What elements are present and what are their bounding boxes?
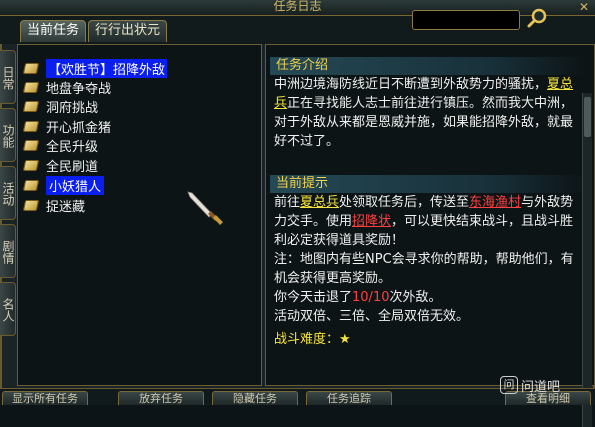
tab-career[interactable]: 行行出状元 — [88, 20, 168, 42]
scroll-icon — [22, 179, 40, 191]
track-quest-button[interactable]: 任务追踪 — [306, 391, 392, 405]
difficulty-star-icon: ★ — [339, 332, 351, 347]
quest-item[interactable]: 开心抓金猪 — [22, 117, 194, 136]
scroll-icon — [22, 81, 40, 93]
watermark-text: 问道吧 — [521, 379, 561, 395]
side-tab-function[interactable]: 功能 — [0, 108, 16, 162]
watermark-logo: 问 — [500, 376, 518, 394]
hint-text-b: 处领取任务后，传送至 — [339, 195, 470, 210]
search-icon[interactable] — [526, 8, 548, 30]
hint-text: 前往夏总兵处领取任务后，传送至东海渔村与外敌势力交手。使用招降状，可以更快结束战… — [274, 193, 584, 349]
place-link[interactable]: 东海渔村 — [469, 195, 521, 210]
detail-scrollbar[interactable] — [582, 93, 592, 427]
close-icon[interactable]: ✕ — [577, 0, 591, 14]
dagger-cursor-icon — [187, 191, 223, 225]
item-link[interactable]: 招降状 — [352, 214, 391, 229]
scroll-icon — [22, 62, 40, 74]
quest-detail-panel: 任务介绍 中洲边境海防线近日不断遭到外敌势力的骚扰，夏总兵正在寻找能人志士前往进… — [265, 44, 595, 427]
scroll-icon — [22, 199, 40, 211]
quest-label: 洞府挑战 — [46, 100, 99, 116]
quest-item[interactable]: 【欢胜节】招降外敌 — [22, 58, 194, 78]
difficulty-row: 战斗难度：★ — [274, 330, 584, 349]
hint-paragraph-1: 前往夏总兵处领取任务后，传送至东海渔村与外敌势力交手。使用招降状，可以更快结束战… — [274, 193, 584, 250]
progress-text-a: 你今天击退了 — [274, 290, 353, 305]
intro-text: 中洲边境海防线近日不断遭到外敌势力的骚扰，夏总兵正在寻找能人志士前往进行镇压。然… — [274, 75, 584, 151]
progress-count: 10/10 — [352, 290, 390, 305]
side-tab-activity[interactable]: 活动 — [0, 166, 16, 220]
hint-paragraph-3: 你今天击退了10/10次外敌。 — [274, 288, 584, 307]
side-tab-daily[interactable]: 日常 — [0, 50, 16, 104]
intro-line1: 中洲边境海防线近日不断遭到外敌势力的骚扰， — [274, 77, 548, 92]
quest-item[interactable]: 全民刷道 — [22, 156, 194, 175]
hide-quest-button[interactable]: 隐藏任务 — [212, 391, 298, 405]
scroll-icon — [22, 139, 40, 151]
quest-label: 小妖猎人 — [46, 175, 105, 195]
quest-item[interactable]: 全民升级 — [22, 136, 194, 155]
quest-item[interactable]: 地盘争夺战 — [22, 78, 194, 97]
intro-heading: 任务介绍 — [270, 57, 586, 75]
tab-current-quests[interactable]: 当前任务 — [20, 20, 87, 42]
show-all-quests-button[interactable]: 显示所有任务 — [2, 391, 88, 405]
scrollbar-thumb[interactable] — [584, 97, 591, 137]
scroll-icon — [22, 120, 40, 132]
quest-label: 开心抓金猪 — [46, 120, 112, 136]
hint-paragraph-2: 注：地图内有些NPC会寻求你的帮助，帮助他们，有机会获得更高奖励。 — [274, 252, 574, 286]
hint-paragraph-4: 活动双倍、三倍、全局双倍无效。 — [274, 309, 470, 324]
scroll-icon — [22, 159, 40, 171]
quest-item[interactable]: 捉迷藏 — [22, 196, 194, 215]
difficulty-label: 战斗难度： — [274, 332, 340, 347]
quest-item[interactable]: 洞府挑战 — [22, 97, 194, 116]
npc-link[interactable]: 夏总兵 — [300, 195, 339, 210]
search-input[interactable] — [412, 10, 520, 30]
watermark: 问 问道吧 — [500, 374, 560, 396]
quest-item[interactable]: 小妖猎人 — [22, 175, 194, 195]
quest-label: 【欢胜节】招降外敌 — [46, 58, 168, 78]
quest-label: 全民刷道 — [46, 159, 99, 175]
scroll-icon — [22, 100, 40, 112]
hint-text-a: 前往 — [274, 195, 301, 210]
side-tab-famous[interactable]: 名人 — [0, 282, 16, 336]
quest-label: 全民升级 — [46, 139, 99, 155]
category-side-tabs: 日常 功能 活动 剧情 名人 — [0, 50, 16, 350]
progress-text-b: 次外敌。 — [389, 290, 442, 305]
hint-heading: 当前提示 — [270, 175, 586, 193]
side-tab-story[interactable]: 剧情 — [0, 224, 16, 278]
quest-label: 地盘争夺战 — [46, 81, 112, 97]
quest-label: 捉迷藏 — [46, 199, 86, 215]
abandon-quest-button[interactable]: 放弃任务 — [118, 391, 204, 405]
intro-line2: 正在寻找能人志士前往进行镇压。然而我大中洲，对于外敌从来都是恩威并施，如果能招降… — [274, 96, 574, 149]
